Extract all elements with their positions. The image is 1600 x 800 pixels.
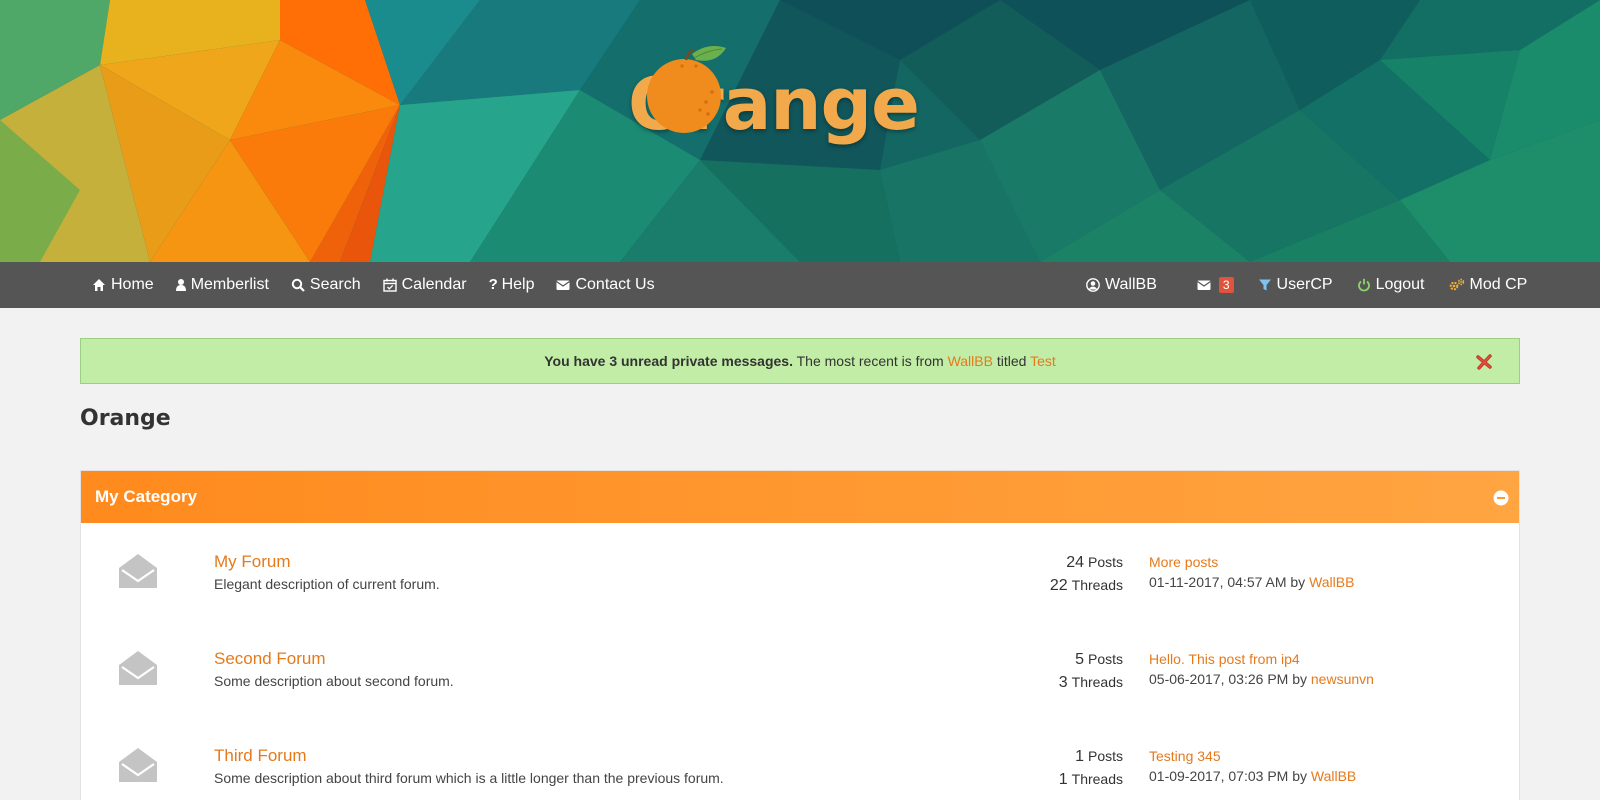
- search-icon: [291, 278, 305, 292]
- posts-count: 24: [1066, 554, 1084, 571]
- forum-description: Some description about third forum which…: [214, 770, 724, 786]
- calendar-icon: [382, 278, 397, 292]
- forum-row: My Forum Elegant description of current …: [81, 552, 1521, 632]
- forum-stats: 5 Posts 3 Threads: [1059, 649, 1123, 695]
- page-title: Orange: [80, 406, 171, 431]
- close-icon[interactable]: [1475, 353, 1493, 371]
- posts-label: Posts: [1087, 748, 1123, 764]
- pm-alert-titled: titled: [996, 353, 1027, 369]
- nav-private-messages[interactable]: 3: [1197, 277, 1234, 293]
- envelope-open-icon: [119, 748, 157, 782]
- nav-left: Home Memberlist Search Calendar ? Help C…: [92, 262, 655, 308]
- username-label: WallBB: [1105, 276, 1157, 293]
- threads-label: Threads: [1071, 674, 1123, 690]
- pm-sender-link[interactable]: WallBB: [948, 353, 993, 369]
- posts-label: Posts: [1087, 651, 1123, 667]
- forum-description: Elegant description of current forum.: [214, 576, 440, 592]
- envelope-icon: [556, 278, 571, 292]
- pm-count-badge: 3: [1218, 277, 1234, 293]
- usercp-label: UserCP: [1276, 276, 1333, 293]
- forum-row: Second Forum Some description about seco…: [81, 649, 1521, 729]
- last-post-subject[interactable]: More posts: [1149, 552, 1354, 572]
- home-icon: [92, 278, 106, 292]
- last-post-author[interactable]: WallBB: [1311, 768, 1356, 784]
- last-post-author[interactable]: newsunvn: [1311, 671, 1374, 687]
- nav-right: WallBB 3 UserCP Logout Mod CP: [1086, 262, 1527, 308]
- pm-alert-bold: You have 3 unread private messages.: [544, 353, 793, 369]
- orange-fruit-icon: [647, 46, 726, 133]
- forum-name-link[interactable]: My Forum: [214, 552, 291, 572]
- forum-description: Some description about second forum.: [214, 673, 454, 689]
- logout-label: Logout: [1375, 276, 1425, 293]
- collapse-icon[interactable]: [1493, 490, 1509, 506]
- pm-title-link[interactable]: Test: [1030, 353, 1056, 369]
- category-header: My Category: [81, 471, 1519, 523]
- envelope-open-icon: [119, 554, 157, 588]
- nav-home-label: Home: [111, 276, 154, 293]
- nav-calendar-label: Calendar: [401, 276, 467, 293]
- forum-stats: 24 Posts 22 Threads: [1050, 552, 1123, 598]
- posts-label: Posts: [1087, 554, 1123, 570]
- forum-row: Third Forum Some description about third…: [81, 746, 1521, 800]
- category-title[interactable]: My Category: [95, 487, 197, 507]
- filter-icon: [1258, 278, 1272, 292]
- threads-count: 22: [1049, 577, 1068, 594]
- modcp-label: Mod CP: [1469, 276, 1528, 293]
- user-icon: [175, 278, 186, 292]
- last-post-subject[interactable]: Hello. This post from ip4: [1149, 649, 1374, 669]
- nav-memberlist-label: Memberlist: [190, 276, 269, 293]
- nav-logout[interactable]: Logout: [1357, 276, 1425, 294]
- forum-stats: 1 Posts 1 Threads: [1059, 746, 1123, 792]
- envelope-icon: [1197, 278, 1211, 292]
- nav-memberlist[interactable]: Memberlist: [175, 276, 269, 294]
- pm-notification: You have 3 unread private messages. The …: [80, 338, 1520, 384]
- threads-label: Threads: [1071, 577, 1123, 593]
- posts-count: 1: [1075, 748, 1084, 765]
- last-post-author[interactable]: WallBB: [1309, 574, 1354, 590]
- last-post: Testing 345 01-09-2017, 07:03 PM by Wall…: [1149, 746, 1356, 786]
- nav-help-label: Help: [501, 276, 535, 293]
- nav-search-label: Search: [309, 276, 361, 293]
- last-post-date: 01-11-2017, 04:57 AM by: [1149, 574, 1306, 590]
- last-post-date: 01-09-2017, 07:03 PM by: [1149, 768, 1307, 784]
- user-circle-icon: [1086, 278, 1100, 292]
- last-post-date: 05-06-2017, 03:26 PM by: [1149, 671, 1307, 687]
- forum-name-link[interactable]: Third Forum: [214, 746, 307, 766]
- threads-label: Threads: [1071, 771, 1123, 787]
- question-icon: ?: [488, 276, 498, 293]
- last-post: Hello. This post from ip4 05-06-2017, 03…: [1149, 649, 1374, 689]
- forum-name-link[interactable]: Second Forum: [214, 649, 326, 669]
- nav-help[interactable]: ? Help: [489, 276, 535, 294]
- pm-alert-text: The most recent is from: [796, 353, 944, 369]
- posts-count: 5: [1075, 651, 1084, 668]
- threads-count: 3: [1058, 674, 1068, 691]
- main-navbar: Home Memberlist Search Calendar ? Help C…: [0, 262, 1600, 308]
- last-post-subject[interactable]: Testing 345: [1149, 746, 1356, 766]
- cogs-icon: [1449, 278, 1465, 292]
- header-banner: Orange: [0, 0, 1600, 262]
- nav-search[interactable]: Search: [291, 276, 361, 294]
- forum-category: My Category My Forum Elegant description…: [80, 470, 1520, 800]
- nav-user-profile[interactable]: WallBB: [1086, 276, 1157, 294]
- power-icon: [1357, 278, 1371, 292]
- site-logo[interactable]: Orange: [628, 46, 920, 146]
- nav-contact-label: Contact Us: [575, 276, 655, 293]
- nav-home[interactable]: Home: [92, 276, 154, 294]
- nav-contact[interactable]: Contact Us: [556, 276, 655, 294]
- nav-modcp[interactable]: Mod CP: [1449, 276, 1528, 294]
- threads-count: 1: [1058, 771, 1068, 788]
- last-post: More posts 01-11-2017, 04:57 AM by WallB…: [1149, 552, 1354, 592]
- nav-usercp[interactable]: UserCP: [1258, 276, 1333, 294]
- nav-calendar[interactable]: Calendar: [382, 276, 467, 294]
- envelope-open-icon: [119, 651, 157, 685]
